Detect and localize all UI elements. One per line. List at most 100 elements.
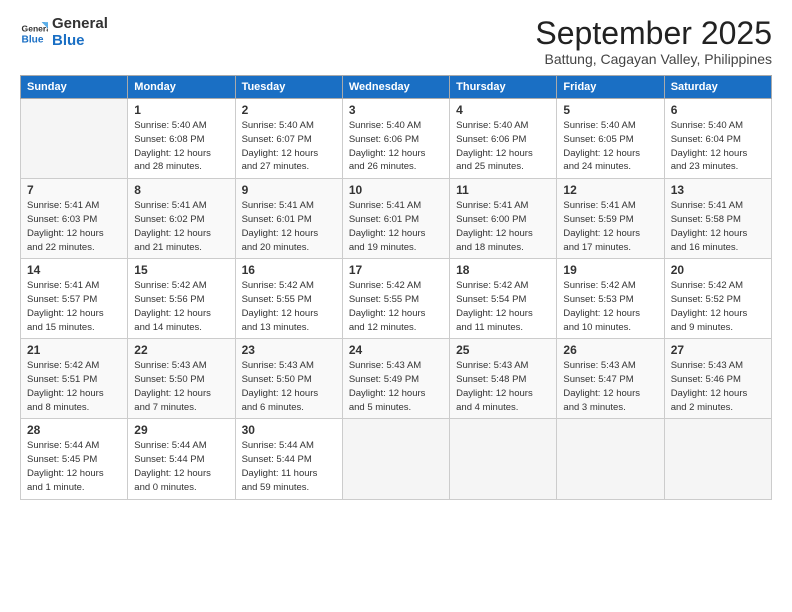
calendar-cell: 8Sunrise: 5:41 AM Sunset: 6:02 PM Daylig… [128, 179, 235, 259]
day-number: 24 [349, 343, 443, 357]
day-info: Sunrise: 5:40 AM Sunset: 6:05 PM Dayligh… [563, 119, 657, 174]
day-number: 23 [242, 343, 336, 357]
day-number: 2 [242, 103, 336, 117]
calendar-cell: 13Sunrise: 5:41 AM Sunset: 5:58 PM Dayli… [664, 179, 771, 259]
calendar-cell: 19Sunrise: 5:42 AM Sunset: 5:53 PM Dayli… [557, 259, 664, 339]
day-info: Sunrise: 5:43 AM Sunset: 5:47 PM Dayligh… [563, 359, 657, 414]
calendar-cell: 21 Sunrise: 5:42 AM Sunset: 5:51 PM Dayli… [21, 339, 128, 419]
calendar-cell [21, 99, 128, 179]
calendar-cell: 17Sunrise: 5:42 AM Sunset: 5:55 PM Dayli… [342, 259, 449, 339]
calendar-cell: 12 Sunrise: 5:41 AM Sunset: 5:59 PM Dayli… [557, 179, 664, 259]
header-monday: Monday [128, 76, 235, 99]
day-number: 15 [134, 263, 228, 277]
day-number: 21 [27, 343, 121, 357]
day-number: 20 [671, 263, 765, 277]
logo-general: General [52, 16, 108, 33]
svg-text:General: General [22, 23, 48, 33]
day-info: Sunrise: 5:44 AM Sunset: 5:44 PM Dayligh… [242, 439, 336, 494]
calendar-cell: 25 Sunrise: 5:43 AM Sunset: 5:48 PM Dayli… [450, 339, 557, 419]
day-number: 11 [456, 183, 550, 197]
day-info: Sunrise: 5:41 AM Sunset: 6:00 PM Dayligh… [456, 199, 550, 254]
calendar-cell: 23 Sunrise: 5:43 AM Sunset: 5:50 PM Dayli… [235, 339, 342, 419]
day-number: 26 [563, 343, 657, 357]
day-info: Sunrise: 5:44 AM Sunset: 5:44 PM Dayligh… [134, 439, 228, 494]
day-info: Sunrise: 5:41 AM Sunset: 5:57 PM Dayligh… [27, 279, 121, 334]
day-number: 4 [456, 103, 550, 117]
calendar-cell: 30 Sunrise: 5:44 AM Sunset: 5:44 PM Dayli… [235, 419, 342, 499]
page-subtitle: Battung, Cagayan Valley, Philippines [535, 51, 772, 67]
calendar-cell: 24 Sunrise: 5:43 AM Sunset: 5:49 PM Dayli… [342, 339, 449, 419]
week-row-4: 28 Sunrise: 5:44 AM Sunset: 5:45 PM Dayli… [21, 419, 772, 499]
header-saturday: Saturday [664, 76, 771, 99]
calendar-cell: 27 Sunrise: 5:43 AM Sunset: 5:46 PM Dayli… [664, 339, 771, 419]
day-number: 5 [563, 103, 657, 117]
svg-text:Blue: Blue [22, 34, 44, 45]
day-info: Sunrise: 5:44 AM Sunset: 5:45 PM Dayligh… [27, 439, 121, 494]
calendar-cell: 4 Sunrise: 5:40 AM Sunset: 6:06 PM Daylig… [450, 99, 557, 179]
header-tuesday: Tuesday [235, 76, 342, 99]
logo: General Blue General Blue [20, 16, 108, 49]
day-number: 8 [134, 183, 228, 197]
day-info: Sunrise: 5:43 AM Sunset: 5:46 PM Dayligh… [671, 359, 765, 414]
day-info: Sunrise: 5:40 AM Sunset: 6:08 PM Dayligh… [134, 119, 228, 174]
page-title: September 2025 [535, 16, 772, 51]
day-info: Sunrise: 5:41 AM Sunset: 5:58 PM Dayligh… [671, 199, 765, 254]
day-number: 10 [349, 183, 443, 197]
day-info: Sunrise: 5:42 AM Sunset: 5:55 PM Dayligh… [242, 279, 336, 334]
header-friday: Friday [557, 76, 664, 99]
day-info: Sunrise: 5:41 AM Sunset: 6:03 PM Dayligh… [27, 199, 121, 254]
day-number: 22 [134, 343, 228, 357]
week-row-3: 21 Sunrise: 5:42 AM Sunset: 5:51 PM Dayli… [21, 339, 772, 419]
calendar-cell: 11 Sunrise: 5:41 AM Sunset: 6:00 PM Dayli… [450, 179, 557, 259]
day-info: Sunrise: 5:43 AM Sunset: 5:50 PM Dayligh… [134, 359, 228, 414]
day-info: Sunrise: 5:40 AM Sunset: 6:06 PM Dayligh… [456, 119, 550, 174]
day-info: Sunrise: 5:40 AM Sunset: 6:07 PM Dayligh… [242, 119, 336, 174]
day-info: Sunrise: 5:43 AM Sunset: 5:49 PM Dayligh… [349, 359, 443, 414]
day-number: 3 [349, 103, 443, 117]
day-info: Sunrise: 5:41 AM Sunset: 6:01 PM Dayligh… [242, 199, 336, 254]
day-number: 7 [27, 183, 121, 197]
day-info: Sunrise: 5:43 AM Sunset: 5:50 PM Dayligh… [242, 359, 336, 414]
day-info: Sunrise: 5:42 AM Sunset: 5:56 PM Dayligh… [134, 279, 228, 334]
calendar-cell [450, 419, 557, 499]
day-number: 6 [671, 103, 765, 117]
calendar-cell [557, 419, 664, 499]
day-number: 27 [671, 343, 765, 357]
day-info: Sunrise: 5:40 AM Sunset: 6:04 PM Dayligh… [671, 119, 765, 174]
day-number: 14 [27, 263, 121, 277]
calendar-cell: 6 Sunrise: 5:40 AM Sunset: 6:04 PM Daylig… [664, 99, 771, 179]
day-number: 30 [242, 423, 336, 437]
day-info: Sunrise: 5:41 AM Sunset: 6:01 PM Dayligh… [349, 199, 443, 254]
calendar-cell: 20 Sunrise: 5:42 AM Sunset: 5:52 PM Dayli… [664, 259, 771, 339]
calendar-cell: 26 Sunrise: 5:43 AM Sunset: 5:47 PM Dayli… [557, 339, 664, 419]
calendar-cell: 2 Sunrise: 5:40 AM Sunset: 6:07 PM Daylig… [235, 99, 342, 179]
calendar-cell: 7 Sunrise: 5:41 AM Sunset: 6:03 PM Daylig… [21, 179, 128, 259]
calendar-cell: 9 Sunrise: 5:41 AM Sunset: 6:01 PM Daylig… [235, 179, 342, 259]
day-number: 1 [134, 103, 228, 117]
day-info: Sunrise: 5:42 AM Sunset: 5:52 PM Dayligh… [671, 279, 765, 334]
day-info: Sunrise: 5:42 AM Sunset: 5:55 PM Dayligh… [349, 279, 443, 334]
day-info: Sunrise: 5:42 AM Sunset: 5:51 PM Dayligh… [27, 359, 121, 414]
logo-blue: Blue [52, 33, 108, 50]
calendar-cell: 16Sunrise: 5:42 AM Sunset: 5:55 PM Dayli… [235, 259, 342, 339]
day-number: 9 [242, 183, 336, 197]
header-wednesday: Wednesday [342, 76, 449, 99]
calendar-cell: 29 Sunrise: 5:44 AM Sunset: 5:44 PM Dayli… [128, 419, 235, 499]
day-info: Sunrise: 5:43 AM Sunset: 5:48 PM Dayligh… [456, 359, 550, 414]
calendar-header: SundayMondayTuesdayWednesdayThursdayFrid… [21, 76, 772, 99]
calendar-cell: 14 Sunrise: 5:41 AM Sunset: 5:57 PM Dayli… [21, 259, 128, 339]
logo-icon: General Blue [20, 19, 48, 47]
calendar-cell: 28 Sunrise: 5:44 AM Sunset: 5:45 PM Dayli… [21, 419, 128, 499]
day-info: Sunrise: 5:42 AM Sunset: 5:54 PM Dayligh… [456, 279, 550, 334]
calendar-cell: 18Sunrise: 5:42 AM Sunset: 5:54 PM Dayli… [450, 259, 557, 339]
day-number: 28 [27, 423, 121, 437]
calendar-cell: 5 Sunrise: 5:40 AM Sunset: 6:05 PM Daylig… [557, 99, 664, 179]
calendar-cell [342, 419, 449, 499]
day-info: Sunrise: 5:41 AM Sunset: 5:59 PM Dayligh… [563, 199, 657, 254]
day-number: 25 [456, 343, 550, 357]
week-row-1: 7 Sunrise: 5:41 AM Sunset: 6:03 PM Daylig… [21, 179, 772, 259]
day-info: Sunrise: 5:40 AM Sunset: 6:06 PM Dayligh… [349, 119, 443, 174]
day-number: 29 [134, 423, 228, 437]
calendar-cell: 10 Sunrise: 5:41 AM Sunset: 6:01 PM Dayli… [342, 179, 449, 259]
day-number: 12 [563, 183, 657, 197]
